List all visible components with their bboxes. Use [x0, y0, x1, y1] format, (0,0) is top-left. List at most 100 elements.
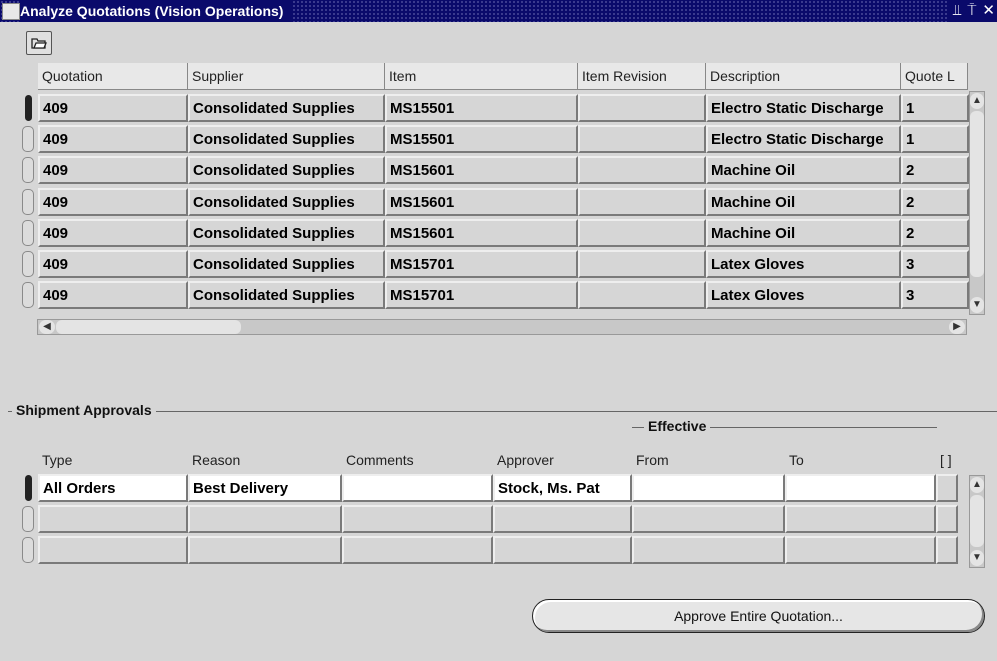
table-cell[interactable] [493, 505, 632, 533]
table-cell[interactable] [632, 474, 785, 502]
table-cell[interactable]: Latex Gloves [706, 281, 901, 310]
maximize-icon[interactable]: ⍑ [967, 0, 976, 22]
table-cell[interactable]: 3 [901, 281, 969, 310]
table-cell[interactable]: Consolidated Supplies [188, 187, 385, 216]
column-header[interactable]: Item [385, 63, 578, 90]
table-cell[interactable] [342, 505, 493, 533]
table-cell[interactable] [578, 156, 706, 185]
column-header[interactable]: Quote L [901, 63, 968, 90]
column-header[interactable]: Description [706, 63, 901, 90]
table-cell[interactable]: Electro Static Discharge [706, 94, 901, 122]
table-cell[interactable]: 409 [38, 281, 188, 310]
table-cell[interactable] [342, 536, 493, 564]
table-cell[interactable] [578, 218, 706, 247]
scroll-right-icon[interactable]: ▶ [949, 320, 965, 334]
row-selector[interactable] [22, 157, 34, 184]
row-selector[interactable] [25, 475, 32, 501]
table-cell[interactable] [188, 536, 342, 564]
scroll-up-icon[interactable]: ▲ [970, 477, 984, 493]
quotes-horizontal-scrollbar[interactable]: ◀ ▶ [37, 319, 967, 335]
column-header[interactable]: Quotation [38, 63, 188, 90]
column-header: To [789, 452, 804, 468]
approvals-vertical-scrollbar[interactable]: ▲ ▼ [969, 475, 985, 568]
table-cell[interactable] [493, 536, 632, 564]
section-divider [8, 411, 997, 412]
row-selector[interactable] [22, 282, 34, 309]
table-cell[interactable]: MS15701 [385, 281, 578, 310]
table-cell[interactable] [578, 281, 706, 310]
table-cell[interactable]: Latex Gloves [706, 250, 901, 278]
row-selector[interactable] [22, 126, 34, 153]
table-cell[interactable]: 3 [901, 250, 969, 278]
table-cell[interactable]: Electro Static Discharge [706, 125, 901, 154]
row-selector[interactable] [22, 188, 34, 215]
table-cell[interactable]: Machine Oil [706, 218, 901, 247]
table-cell[interactable] [785, 505, 936, 533]
column-header: From [636, 452, 669, 468]
scroll-left-icon[interactable]: ◀ [39, 320, 55, 334]
table-cell[interactable]: 1 [901, 125, 969, 154]
table-cell[interactable]: 409 [38, 250, 188, 278]
table-cell[interactable] [632, 505, 785, 533]
table-cell[interactable]: 409 [38, 218, 188, 247]
table-cell[interactable] [342, 474, 493, 502]
table-cell[interactable]: 409 [38, 125, 188, 154]
column-header[interactable]: Supplier [188, 63, 385, 90]
table-cell[interactable]: Consolidated Supplies [188, 250, 385, 278]
table-cell[interactable] [578, 94, 706, 122]
descriptive-flex-field[interactable] [936, 536, 958, 564]
minimize-icon[interactable]: ⫫ [953, 0, 961, 22]
table-cell[interactable] [785, 536, 936, 564]
table-cell[interactable]: 409 [38, 156, 188, 185]
scroll-thumb[interactable] [970, 495, 984, 547]
table-cell[interactable]: Stock, Ms. Pat [493, 474, 632, 502]
table-cell[interactable]: All Orders [38, 474, 188, 502]
row-selector[interactable] [25, 95, 32, 121]
table-cell[interactable]: 2 [901, 218, 969, 247]
table-cell[interactable]: 409 [38, 94, 188, 122]
table-cell[interactable] [578, 187, 706, 216]
scroll-down-icon[interactable]: ▼ [970, 550, 984, 566]
table-cell[interactable]: 2 [901, 156, 969, 185]
table-cell[interactable] [578, 250, 706, 278]
table-cell[interactable]: Best Delivery [188, 474, 342, 502]
table-cell[interactable]: Consolidated Supplies [188, 125, 385, 154]
table-cell[interactable] [785, 474, 936, 502]
table-cell[interactable]: 2 [901, 187, 969, 216]
horizontal-scroll-thumb[interactable] [56, 320, 241, 334]
table-cell[interactable]: Consolidated Supplies [188, 156, 385, 185]
scroll-thumb[interactable] [970, 111, 984, 277]
table-cell[interactable]: Consolidated Supplies [188, 281, 385, 310]
table-cell[interactable] [578, 125, 706, 154]
window-title: Analyze Quotations (Vision Operations) [20, 0, 292, 22]
approve-entire-quotation-button[interactable]: Approve Entire Quotation... [532, 599, 985, 633]
row-selector[interactable] [22, 251, 34, 277]
table-cell[interactable]: MS15501 [385, 125, 578, 154]
table-cell[interactable]: Consolidated Supplies [188, 94, 385, 122]
close-icon[interactable]: ✕ [982, 0, 995, 22]
row-selector[interactable] [22, 219, 34, 246]
scroll-up-icon[interactable]: ▲ [970, 93, 984, 109]
table-cell[interactable] [188, 505, 342, 533]
table-cell[interactable]: Machine Oil [706, 156, 901, 185]
table-cell[interactable]: MS15501 [385, 94, 578, 122]
table-cell[interactable]: 1 [901, 94, 969, 122]
open-folder-button[interactable] [26, 31, 52, 55]
scroll-down-icon[interactable]: ▼ [970, 297, 984, 313]
descriptive-flex-field[interactable] [936, 505, 958, 533]
quotes-vertical-scrollbar[interactable]: ▲ ▼ [969, 91, 985, 315]
table-cell[interactable] [38, 536, 188, 564]
row-selector[interactable] [22, 537, 34, 563]
column-header[interactable]: Item Revision [578, 63, 706, 90]
table-cell[interactable]: MS15601 [385, 187, 578, 216]
table-cell[interactable]: Consolidated Supplies [188, 218, 385, 247]
table-cell[interactable] [632, 536, 785, 564]
table-cell[interactable]: 409 [38, 187, 188, 216]
table-cell[interactable]: MS15601 [385, 218, 578, 247]
descriptive-flex-field[interactable] [936, 474, 958, 502]
table-cell[interactable]: MS15601 [385, 156, 578, 185]
table-cell[interactable] [38, 505, 188, 533]
row-selector[interactable] [22, 506, 34, 532]
table-cell[interactable]: MS15701 [385, 250, 578, 278]
table-cell[interactable]: Machine Oil [706, 187, 901, 216]
